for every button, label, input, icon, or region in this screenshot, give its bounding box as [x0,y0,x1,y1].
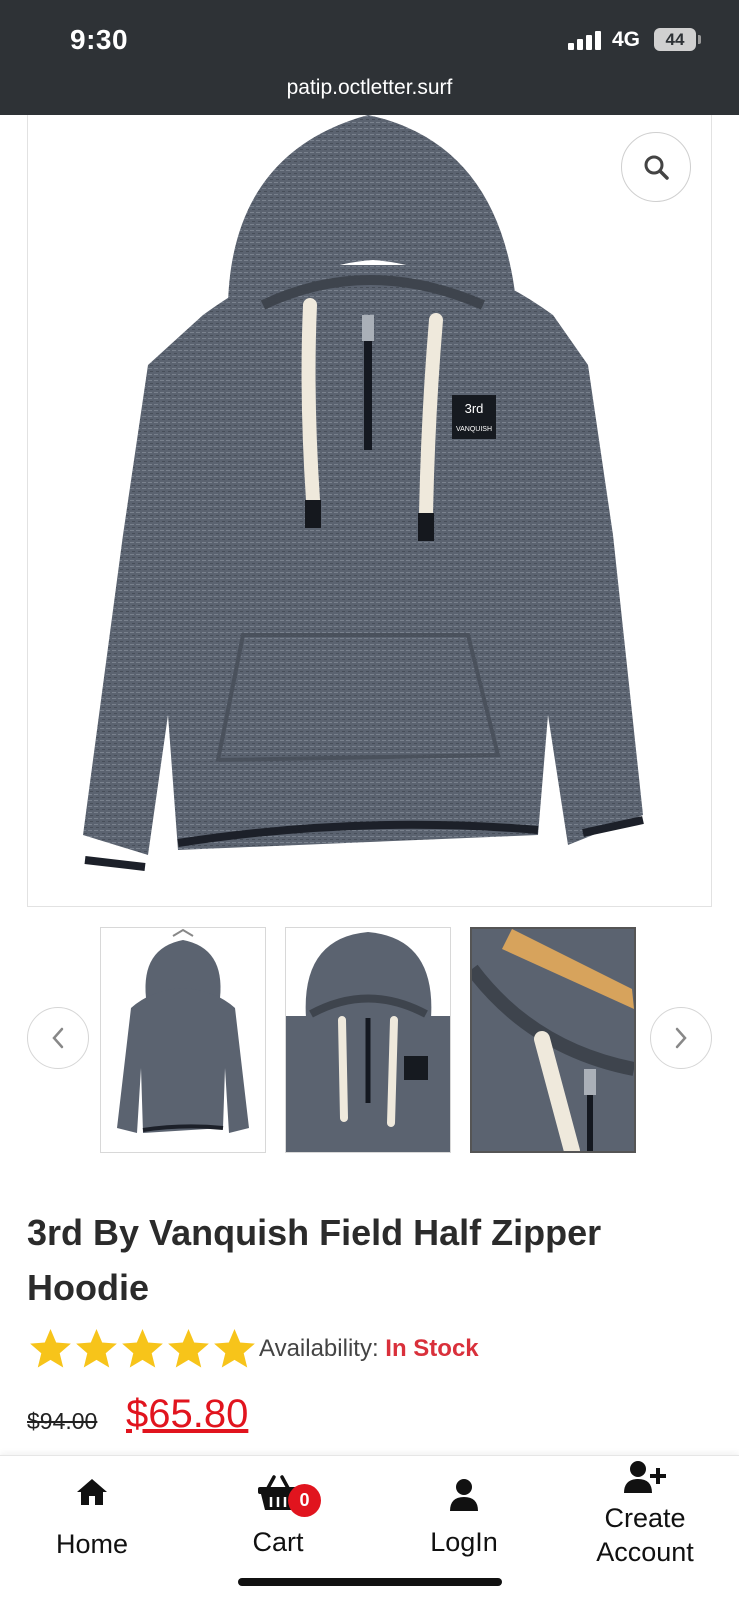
svg-text:VANQUISH: VANQUISH [456,426,492,433]
hoodie-zipper-thumbnail [472,929,634,1151]
product-title: 3rd By Vanquish Field Half Zipper Hoodie [27,1212,602,1308]
battery-icon: 44 [654,28,696,51]
star-icon [214,1328,255,1368]
thumbnail-back-view[interactable] [100,927,266,1153]
thumbnail-zipper-detail[interactable] [470,927,636,1153]
search-icon [644,155,669,180]
sale-price[interactable]: $65.80 [126,1392,248,1437]
star-icon [76,1328,117,1368]
nav-home[interactable]: Home [40,1456,144,1600]
home-indicator [238,1578,502,1586]
battery-tip [698,35,701,44]
zoom-button[interactable] [621,132,691,202]
status-time: 9:30 [70,24,129,55]
network-label: 4G [612,28,641,51]
carousel-prev-button[interactable] [27,1007,89,1069]
rating-stars [27,1326,257,1373]
product-main-image[interactable]: 3rd VANQUISH [27,115,712,907]
old-price: $94.00 [27,1408,98,1434]
browser-top-bar: 9:30 4G 44 patip.octletter.surf [0,0,739,115]
user-plus-icon [624,1461,666,1493]
nav-cart-label: Cart [252,1527,304,1557]
hoodie-hood-thumbnail [286,932,450,1152]
signal-bars-icon [568,30,602,50]
availability: Availability: In Stock [259,1335,479,1363]
star-icon [168,1328,209,1368]
svg-text:3rd: 3rd [465,401,484,416]
chevron-left-icon [52,1027,64,1049]
thumbnail-hood-detail[interactable] [285,927,451,1153]
home-icon [77,1479,107,1505]
address-bar-url[interactable]: patip.octletter.surf [0,76,739,100]
star-icon [122,1328,163,1368]
carousel-next-button[interactable] [650,1007,712,1069]
nav-home-label: Home [55,1529,129,1559]
nav-create-label-line2: Account [596,1537,694,1567]
cart-count-badge: 0 [288,1484,321,1517]
rating-availability-row: Availability: In Stock [27,1325,479,1373]
nav-login-label: LogIn [430,1527,498,1557]
user-icon [450,1479,478,1511]
chevron-right-icon [675,1027,687,1049]
availability-status: In Stock [385,1335,479,1362]
nav-create-account[interactable]: Create Account [578,1456,712,1600]
hoodie-back-thumbnail [117,928,249,1133]
availability-label: Availability: [259,1335,379,1362]
hoodie-front-illustration: 3rd VANQUISH [83,115,644,871]
star-icon [30,1328,71,1368]
nav-create-label-line1: Create [604,1503,686,1533]
